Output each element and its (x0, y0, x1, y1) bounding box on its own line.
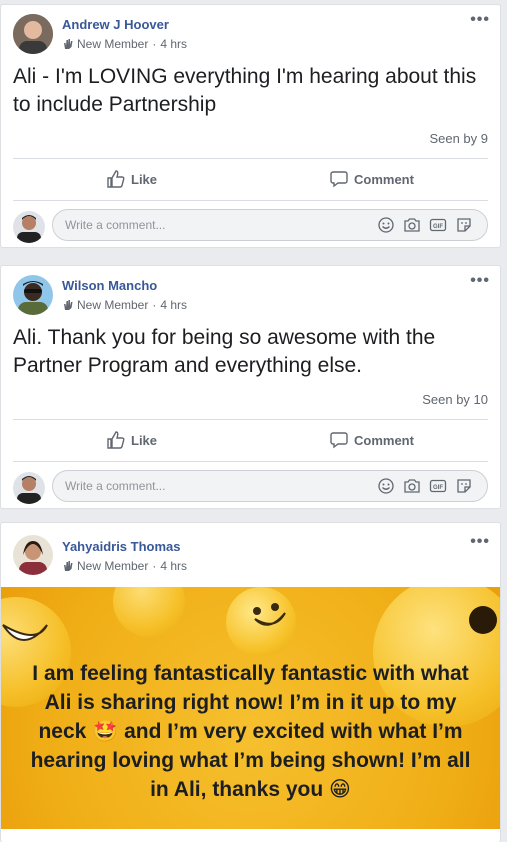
thumbs-up-icon (107, 431, 125, 449)
emoji-icon[interactable] (377, 216, 395, 234)
more-icon[interactable]: ••• (470, 272, 490, 290)
post-meta: New Member · 4 hrs (62, 559, 187, 573)
divider (13, 158, 488, 159)
comment-placeholder: Write a comment... (65, 218, 166, 232)
comment-bubble-icon (330, 171, 348, 188)
member-badge: New Member (77, 559, 149, 573)
post-background-image: I am feeling fantastically fantastic wit… (1, 587, 500, 829)
comment-label: Comment (354, 432, 414, 448)
seen-count[interactable]: Seen by 9 (429, 131, 488, 146)
thumbs-up-icon (107, 170, 125, 188)
comment-input[interactable]: Write a comment... GIF (52, 209, 488, 241)
sticker-icon[interactable] (455, 477, 473, 495)
divider (13, 200, 488, 201)
gif-icon[interactable]: GIF (429, 477, 447, 495)
divider (13, 419, 488, 420)
post-card: Wilson Mancho New Member · 4 hrs ••• Ali… (0, 265, 501, 509)
avatar[interactable] (13, 211, 45, 243)
emoji-decoration (253, 603, 286, 626)
camera-icon[interactable] (403, 477, 421, 495)
post-text: Ali - I'm LOVING everything I'm hearing … (13, 65, 477, 116)
comment-label: Comment (354, 171, 414, 187)
comment-placeholder: Write a comment... (65, 479, 166, 493)
avatar[interactable] (13, 14, 53, 54)
like-label: Like (131, 432, 158, 448)
author-name[interactable]: Yahyaidris Thomas (62, 539, 181, 554)
post-meta: New Member · 4 hrs (62, 37, 187, 51)
member-badge: New Member (77, 37, 149, 51)
emoji-decoration (2, 624, 48, 641)
comment-button[interactable]: Comment (330, 170, 414, 188)
post-card: Andrew J Hoover New Member · 4 hrs ••• A… (0, 4, 501, 248)
camera-icon[interactable] (403, 216, 421, 234)
meta-separator: · (152, 559, 157, 573)
svg-text:GIF: GIF (433, 485, 443, 491)
like-button[interactable]: Like (107, 170, 157, 188)
comment-bubble-icon (330, 432, 348, 449)
author-name[interactable]: Andrew J Hoover (62, 17, 169, 32)
comment-input[interactable]: Write a comment... GIF (52, 470, 488, 502)
meta-separator: · (152, 298, 157, 312)
wave-icon (64, 39, 73, 49)
avatar[interactable] (13, 535, 53, 575)
sticker-icon[interactable] (455, 216, 473, 234)
emoji-decoration (469, 606, 497, 634)
svg-text:GIF: GIF (433, 224, 443, 230)
post-time[interactable]: 4 hrs (160, 298, 187, 312)
wave-icon (64, 300, 73, 310)
author-name[interactable]: Wilson Mancho (62, 278, 157, 293)
divider (13, 461, 488, 462)
emoji-decoration (113, 587, 185, 637)
comment-button[interactable]: Comment (330, 431, 414, 449)
post-card: Yahyaidris Thomas New Member · 4 hrs •••… (0, 522, 501, 842)
post-time[interactable]: 4 hrs (160, 559, 187, 573)
seen-count[interactable]: Seen by 10 (422, 392, 488, 407)
meta-separator: · (152, 37, 157, 51)
more-icon[interactable]: ••• (470, 533, 490, 551)
emoji-icon[interactable] (377, 477, 395, 495)
gif-icon[interactable]: GIF (429, 216, 447, 234)
post-time[interactable]: 4 hrs (160, 37, 187, 51)
post-text: Ali. Thank you for being so awesome with… (13, 326, 436, 377)
more-icon[interactable]: ••• (470, 11, 490, 29)
post-text: I am feeling fantastically fantastic wit… (30, 662, 471, 801)
member-badge: New Member (77, 298, 149, 312)
comment-composer: Write a comment... GIF (1, 207, 500, 247)
like-button[interactable]: Like (107, 431, 157, 449)
like-label: Like (131, 171, 158, 187)
comment-composer: Write a comment... GIF (1, 468, 500, 508)
wave-icon (64, 561, 73, 571)
avatar[interactable] (13, 275, 53, 315)
post-meta: New Member · 4 hrs (62, 298, 187, 312)
avatar[interactable] (13, 472, 45, 504)
